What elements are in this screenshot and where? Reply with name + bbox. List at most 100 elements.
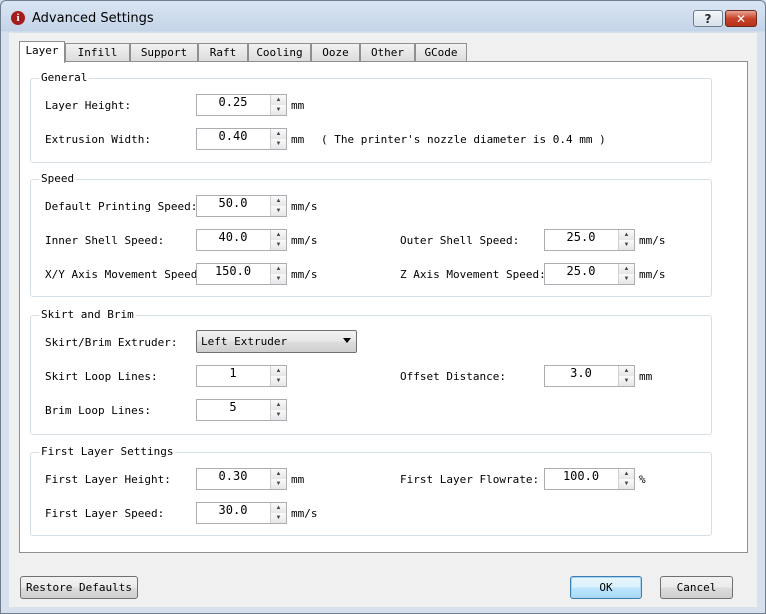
ok-button[interactable]: OK	[570, 576, 642, 599]
speed-group-title: Speed	[39, 172, 77, 185]
spin-down-icon[interactable]: ▼	[271, 206, 286, 216]
spin-buttons: ▲ ▼	[618, 469, 634, 489]
spin-down-icon[interactable]: ▼	[271, 410, 286, 420]
spin-buttons: ▲ ▼	[270, 129, 286, 149]
cancel-button[interactable]: Cancel	[660, 576, 733, 599]
speed-group: Speed Default Printing Speed: 50.0 ▲ ▼ mm…	[30, 172, 712, 297]
spin-buttons: ▲ ▼	[270, 503, 286, 523]
spin-buttons: ▲ ▼	[618, 264, 634, 284]
brim-loop-lines-value[interactable]: 5	[197, 400, 269, 420]
z-movement-speed-value[interactable]: 25.0	[545, 264, 617, 284]
xy-movement-speed-value[interactable]: 150.0	[197, 264, 269, 284]
spin-down-icon[interactable]: ▼	[619, 240, 634, 250]
spin-buttons: ▲ ▼	[270, 95, 286, 115]
default-printing-speed-unit: mm/s	[291, 200, 318, 213]
first-layer-flowrate-spinbox[interactable]: 100.0 ▲ ▼	[544, 468, 635, 490]
skirt-brim-extruder-label: Skirt/Brim Extruder:	[45, 336, 178, 349]
first-layer-speed-value[interactable]: 30.0	[197, 503, 269, 523]
advanced-settings-window: i Advanced Settings ? ✕ Layer Infill Sup…	[0, 0, 766, 614]
layer-tab-panel: General Layer Height: 0.25 ▲ ▼ mm Extrusi…	[19, 61, 748, 553]
first-layer-flowrate-value[interactable]: 100.0	[545, 469, 617, 489]
spin-down-icon[interactable]: ▼	[271, 376, 286, 386]
layer-height-unit: mm	[291, 99, 305, 112]
default-printing-speed-value[interactable]: 50.0	[197, 196, 269, 216]
extrusion-width-label: Extrusion Width:	[45, 133, 151, 146]
tab-raft[interactable]: Raft	[198, 43, 248, 61]
spin-down-icon[interactable]: ▼	[271, 513, 286, 523]
title-bar[interactable]: i Advanced Settings ? ✕	[1, 1, 765, 35]
spin-buttons: ▲ ▼	[270, 230, 286, 250]
extrusion-width-value[interactable]: 0.40	[197, 129, 269, 149]
spin-down-icon[interactable]: ▼	[271, 139, 286, 149]
app-info-icon: i	[11, 11, 25, 25]
window-title: Advanced Settings	[32, 11, 154, 26]
nozzle-diameter-note: ( The printer's nozzle diameter is 0.4 m…	[321, 133, 606, 146]
default-printing-speed-spinbox[interactable]: 50.0 ▲ ▼	[196, 195, 287, 217]
xy-movement-speed-unit: mm/s	[291, 268, 318, 281]
inner-shell-speed-label: Inner Shell Speed:	[45, 234, 165, 247]
dropdown-arrow-icon	[343, 338, 351, 343]
z-movement-speed-spinbox[interactable]: 25.0 ▲ ▼	[544, 263, 635, 285]
layer-height-spinbox[interactable]: 0.25 ▲ ▼	[196, 94, 287, 116]
tab-ooze[interactable]: Ooze	[311, 43, 360, 61]
spin-buttons: ▲ ▼	[270, 196, 286, 216]
restore-defaults-button[interactable]: Restore Defaults	[20, 576, 138, 599]
first-layer-speed-label: First Layer Speed:	[45, 507, 165, 520]
spin-buttons: ▲ ▼	[618, 230, 634, 250]
outer-shell-speed-unit: mm/s	[639, 234, 666, 247]
general-group-title: General	[39, 71, 90, 84]
spin-buttons: ▲ ▼	[270, 400, 286, 420]
offset-distance-label: Offset Distance:	[400, 370, 506, 383]
skirt-loop-lines-label: Skirt Loop Lines:	[45, 370, 158, 383]
first-layer-speed-unit: mm/s	[291, 507, 318, 520]
spin-buttons: ▲ ▼	[618, 366, 634, 386]
spin-down-icon[interactable]: ▼	[619, 479, 634, 489]
spin-down-icon[interactable]: ▼	[271, 105, 286, 115]
tab-gcode[interactable]: GCode	[415, 43, 467, 61]
spin-down-icon[interactable]: ▼	[271, 479, 286, 489]
inner-shell-speed-value[interactable]: 40.0	[197, 230, 269, 250]
xy-movement-speed-spinbox[interactable]: 150.0 ▲ ▼	[196, 263, 287, 285]
brim-loop-lines-label: Brim Loop Lines:	[45, 404, 151, 417]
spin-down-icon[interactable]: ▼	[271, 274, 286, 284]
first-layer-height-unit: mm	[291, 473, 305, 486]
inner-shell-speed-spinbox[interactable]: 40.0 ▲ ▼	[196, 229, 287, 251]
spin-down-icon[interactable]: ▼	[271, 240, 286, 250]
outer-shell-speed-value[interactable]: 25.0	[545, 230, 617, 250]
spin-down-icon[interactable]: ▼	[619, 274, 634, 284]
skirt-brim-group: Skirt and Brim Skirt/Brim Extruder: Left…	[30, 308, 712, 435]
spin-down-icon[interactable]: ▼	[619, 376, 634, 386]
offset-distance-unit: mm	[639, 370, 653, 383]
first-layer-flowrate-unit: %	[639, 473, 646, 486]
offset-distance-value[interactable]: 3.0	[545, 366, 617, 386]
spin-buttons: ▲ ▼	[270, 469, 286, 489]
skirt-loop-lines-spinbox[interactable]: 1 ▲ ▼	[196, 365, 287, 387]
skirt-brim-extruder-dropdown[interactable]: Left Extruder	[196, 330, 357, 353]
first-layer-group-title: First Layer Settings	[39, 445, 176, 458]
layer-height-label: Layer Height:	[45, 99, 132, 112]
offset-distance-spinbox[interactable]: 3.0 ▲ ▼	[544, 365, 635, 387]
tab-other[interactable]: Other	[360, 43, 415, 61]
skirt-brim-extruder-value: Left Extruder	[201, 335, 288, 348]
tab-infill[interactable]: Infill	[65, 43, 130, 61]
first-layer-speed-spinbox[interactable]: 30.0 ▲ ▼	[196, 502, 287, 524]
outer-shell-speed-spinbox[interactable]: 25.0 ▲ ▼	[544, 229, 635, 251]
z-movement-speed-label: Z Axis Movement Speed:	[400, 268, 546, 281]
skirt-loop-lines-value[interactable]: 1	[197, 366, 269, 386]
brim-loop-lines-spinbox[interactable]: 5 ▲ ▼	[196, 399, 287, 421]
extrusion-width-unit: mm	[291, 133, 305, 146]
first-layer-flowrate-label: First Layer Flowrate:	[400, 473, 540, 486]
tab-support[interactable]: Support	[130, 43, 198, 61]
close-button[interactable]: ✕	[725, 10, 757, 27]
layer-height-value[interactable]: 0.25	[197, 95, 269, 115]
default-printing-speed-label: Default Printing Speed:	[45, 200, 198, 213]
tab-cooling[interactable]: Cooling	[248, 43, 311, 61]
tab-layer[interactable]: Layer	[19, 41, 65, 63]
first-layer-group: First Layer Settings First Layer Height:…	[30, 445, 712, 536]
first-layer-height-value[interactable]: 0.30	[197, 469, 269, 489]
spin-buttons: ▲ ▼	[270, 264, 286, 284]
first-layer-height-spinbox[interactable]: 0.30 ▲ ▼	[196, 468, 287, 490]
inner-shell-speed-unit: mm/s	[291, 234, 318, 247]
extrusion-width-spinbox[interactable]: 0.40 ▲ ▼	[196, 128, 287, 150]
help-button[interactable]: ?	[693, 10, 723, 27]
